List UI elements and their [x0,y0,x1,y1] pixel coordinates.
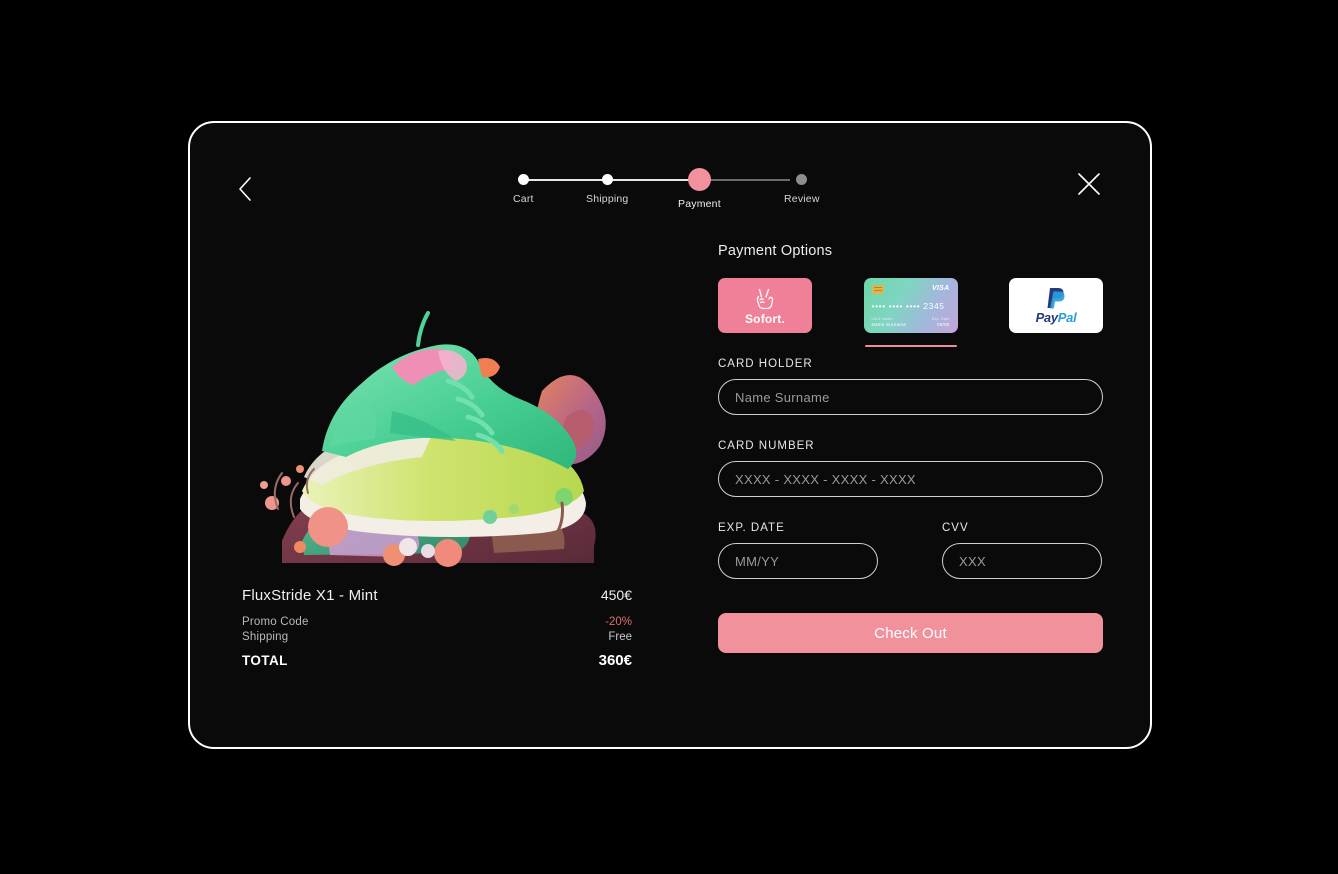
paypal-word-pay: Pay [1035,309,1059,325]
product-price: 450€ [600,587,632,603]
card-chip-icon [871,285,884,294]
cvv-input[interactable] [942,543,1102,579]
summary-row-promo: Promo Code -20% [242,616,632,628]
card-holder-field-group: CARD HOLDER [718,358,1103,415]
stepper-label-payment: Payment [678,198,721,210]
card-number-field-group: CARD NUMBER [718,440,1103,497]
close-icon [1078,173,1100,195]
check-out-button[interactable]: Check Out [718,613,1103,653]
cvv-label: CVV [942,522,969,534]
peace-hand-icon [756,288,774,309]
checkout-modal: Cart Shipping Payment Review FluxStride … [188,121,1152,749]
card-holder-label: CARD HOLDER [718,358,813,370]
sneaker-illustration [260,311,606,567]
card-number-input[interactable] [718,461,1103,497]
card-holder-value: Name Surname [871,322,907,327]
close-button[interactable] [1072,167,1106,201]
card-exp-value: 00/00 [937,322,950,327]
payment-options-title: Payment Options [718,243,833,259]
back-button[interactable] [228,167,262,211]
payment-panel: Payment Options Sofort. VISA •••• •••• •… [718,243,1103,653]
payment-option-paypal[interactable]: PayPal [1009,278,1103,333]
total-label: TOTAL [242,653,288,668]
app-background: Cart Shipping Payment Review FluxStride … [0,0,1338,874]
stepper-dot-shipping [601,174,613,185]
stepper-dot-review [796,174,808,185]
paypal-wordmark: PayPal [1036,310,1077,325]
card-number-masked: •••• •••• •••• 2345 [871,301,945,311]
cvv-field-group: CVV [942,522,1102,579]
price-summary: FluxStride X1 - Mint 450€ Promo Code -20… [242,587,632,669]
shipping-label: Shipping [242,631,289,643]
payment-option-visa-card[interactable]: VISA •••• •••• •••• 2345 Card Holder Nam… [863,278,958,347]
stepper-dot-cart [517,174,529,185]
card-holder-input[interactable] [718,379,1103,415]
summary-row-shipping: Shipping Free [242,631,632,643]
visa-logo: VISA [931,285,950,292]
stepper-step-cart[interactable]: Cart [513,167,534,205]
exp-cvv-row: EXP. DATE CVV [718,522,1103,579]
summary-product-row: FluxStride X1 - Mint 450€ [242,587,632,604]
stepper-step-payment[interactable]: Payment [678,167,721,210]
stepper-label-review: Review [784,193,820,205]
payment-options-list: Sofort. VISA •••• •••• •••• 2345 Card Ho… [718,278,1103,347]
stepper-step-review[interactable]: Review [784,167,820,205]
product-image [242,241,642,581]
summary-row-total: TOTAL 360€ [242,652,632,669]
product-name: FluxStride X1 - Mint [242,587,378,604]
chevron-left-icon [239,177,251,201]
stepper-label-cart: Cart [513,193,534,205]
sofort-label: Sofort. [744,311,786,326]
exp-date-label: EXP. DATE [718,522,785,534]
card-holder-caption: Card Holder [871,317,894,321]
total-value: 360€ [598,652,632,669]
paypal-word-pal: Pal [1057,309,1077,325]
paypal-icon [1047,287,1065,308]
card-number-label: CARD NUMBER [718,440,815,452]
exp-date-input[interactable] [718,543,878,579]
card-exp-caption: Exp. Date [931,317,950,321]
order-summary-panel: FluxStride X1 - Mint 450€ Promo Code -20… [242,241,642,669]
promo-code-label: Promo Code [242,616,309,628]
exp-date-field-group: EXP. DATE [718,522,878,579]
payment-option-sofort[interactable]: Sofort. [718,278,812,333]
stepper-dot-payment [687,168,711,191]
checkout-stepper: Cart Shipping Payment Review [500,167,820,237]
promo-code-value: -20% [605,616,632,628]
stepper-label-shipping: Shipping [586,193,629,205]
shipping-value: Free [608,631,632,643]
stepper-step-shipping[interactable]: Shipping [586,167,628,205]
